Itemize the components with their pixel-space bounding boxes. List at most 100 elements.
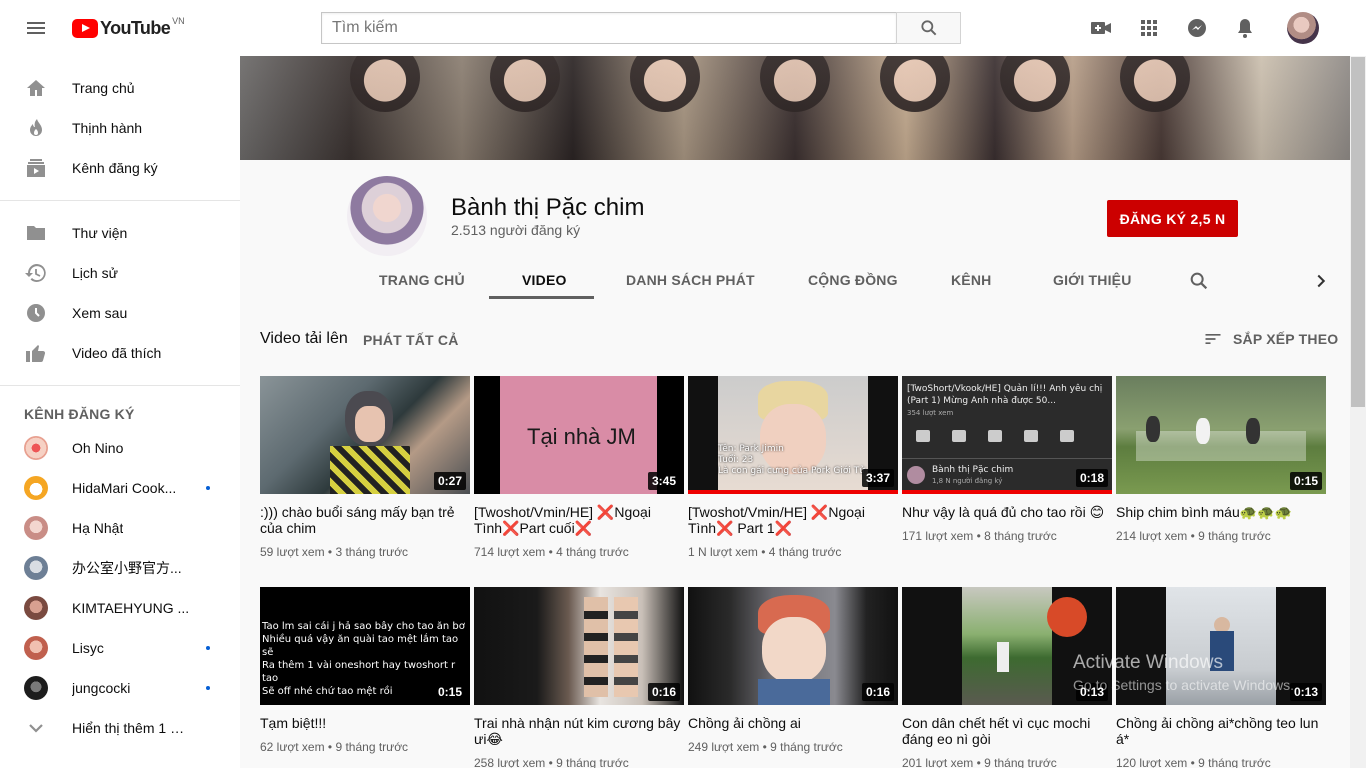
bell-icon[interactable] [1233,16,1257,40]
play-all-button[interactable]: PHÁT TẤT CẢ [363,332,459,348]
video-thumbnail[interactable]: Tại nhà JM 3:45 [474,376,684,494]
channel-name: KIMTAEHYUNG ... [72,600,190,616]
subscription-channel[interactable]: jungcocki [0,668,240,708]
thumb-figure [330,446,410,494]
video-title[interactable]: Con dân chết hết vì cục mochi đáng eo nì… [902,715,1112,747]
channel-name: Hạ Nhật [72,520,124,536]
channel-avatar [24,516,48,540]
home-icon [27,80,45,96]
messages-icon[interactable] [1185,16,1209,40]
thumb-caption-line: Là con gái cưng của Pork Giới Tử [718,466,865,476]
video-title[interactable]: Ship chim bình máu🐢🐢🐢 [1116,504,1326,520]
video-card[interactable]: Tên: Park Jimin Tuổi: 23 Là con gái cưng… [688,376,898,559]
video-meta: 1 N lượt xem • 4 tháng trước [688,545,842,559]
video-thumbnail[interactable]: 0:16 [688,587,898,705]
video-duration: 0:15 [1289,472,1322,490]
sidebar-item-home[interactable]: Trang chủ [0,68,240,108]
tab-channels[interactable]: KÊNH [951,264,991,303]
video-card[interactable]: [TwoShort/Vkook/HE] Quản lí!!! Anh yêu c… [902,376,1112,543]
sidebar-item-history[interactable]: Lịch sử [0,253,240,293]
channel-avatar [24,476,48,500]
subscriptions-heading: KÊNH ĐĂNG KÝ [24,406,135,422]
subscription-channel[interactable]: KIMTAEHYUNG ... [0,588,240,628]
subscription-channel[interactable]: Hạ Nhật [0,508,240,548]
scrollbar-thumb[interactable] [1351,57,1365,407]
sidebar-item-subscriptions[interactable]: Kênh đăng ký [0,148,240,188]
channel-avatar [24,636,48,660]
user-avatar[interactable] [1287,12,1319,44]
video-card[interactable]: 0:27 :))) chào buổi sáng mấy bạn trẻ của… [260,376,470,559]
sidebar-item-watch-later[interactable]: Xem sau [0,293,240,333]
video-card[interactable]: Tao lm sai cái j hả sao bây cho tao ăn b… [260,587,470,754]
like-icon [26,345,46,363]
search-button[interactable] [896,12,961,44]
show-more-label: Hiển thị thêm 1 m... [72,720,192,736]
sidebar-item-library[interactable]: Thư viện [0,213,240,253]
video-thumbnail[interactable]: [TwoShort/Vkook/HE] Quản lí!!! Anh yêu c… [902,376,1112,494]
new-content-dot [206,686,210,690]
video-title[interactable]: [Twoshot/Vmin/HE] ❌Ngoại Tình❌ Part 1❌ [688,504,898,536]
thumb-download-icon [1024,430,1038,442]
video-title[interactable]: :))) chào buổi sáng mấy bạn trẻ của chim [260,504,470,536]
video-duration: 0:15 [433,683,466,701]
thumb-letterbox [902,587,962,705]
video-thumbnail[interactable]: Tao lm sai cái j hả sao bây cho tao ăn b… [260,587,470,705]
apps-grid-icon[interactable] [1137,16,1161,40]
youtube-logo[interactable]: YouTube VN [72,16,185,39]
video-duration: 0:18 [1075,469,1108,487]
channel-name: Oh Nino [72,440,124,456]
search-input[interactable]: Tìm kiếm [321,12,896,44]
channel-header: Bành thị Pặc chim 2.513 người đăng ký ĐĂ… [240,160,1350,303]
sidebar-item-trending[interactable]: Thịnh hành [0,108,240,148]
thumb-table [1136,431,1306,461]
new-content-dot [206,486,210,490]
video-title[interactable]: Như vậy là quá đủ cho tao rồi 😊 [902,504,1112,520]
tab-home[interactable]: TRANG CHỦ [379,264,465,303]
tab-playlists[interactable]: DANH SÁCH PHÁT [626,264,755,303]
video-thumbnail[interactable]: 0:16 [474,587,684,705]
subscription-channel[interactable]: Oh Nino [0,428,240,468]
tab-about[interactable]: GIỚI THIỆU [1053,264,1132,303]
channel-avatar[interactable] [347,176,427,256]
video-card[interactable]: 0:16 Trai nhà nhận nút kim cương bây ưi😂… [474,587,684,768]
show-more-button[interactable]: Hiển thị thêm 1 m... [0,708,240,748]
subscriptions-icon [27,159,45,177]
video-title[interactable]: Chồng ải chồng ai*chồng teo lun á* [1116,715,1326,747]
video-thumbnail[interactable]: 0:27 [260,376,470,494]
search-placeholder: Tìm kiếm [332,19,398,36]
uploads-section: Video tải lên PHÁT TẤT CẢ SẮP XẾP THEO 0… [240,303,1350,768]
thumb-caption-line: (Part 1) Mừng Anh nhà được 50... [907,396,1056,406]
subscribe-button[interactable]: ĐĂNG KÝ 2,5 N [1107,200,1238,237]
thumb-share-icon [988,430,1002,442]
video-thumbnail[interactable]: Tên: Park Jimin Tuổi: 23 Là con gái cưng… [688,376,898,494]
video-card[interactable]: Tại nhà JM 3:45 [Twoshot/Vmin/HE] ❌Ngoại… [474,376,684,559]
video-card[interactable]: 0:16 Chồng ải chồng ai 249 lượt xem • 9 … [688,587,898,754]
video-title[interactable]: Trai nhà nhận nút kim cương bây ưi😂 [474,715,684,747]
thumb-caption-line: Tuổi: 23 [718,455,754,465]
video-card[interactable]: 0:15 Ship chim bình máu🐢🐢🐢 214 lượt xem … [1116,376,1326,543]
subscription-channel[interactable]: HidaMari Cook... [0,468,240,508]
top-bar: YouTube VN Tìm kiếm [0,0,1366,56]
video-meta: 714 lượt xem • 4 tháng trước [474,545,629,559]
subscription-channel[interactable]: Lisyc [0,628,240,668]
video-title[interactable]: Tạm biệt!!! [260,715,470,731]
video-thumbnail[interactable]: 0:15 [1116,376,1326,494]
sort-label: SẮP XẾP THEO [1233,331,1339,347]
menu-icon[interactable] [24,16,48,40]
watch-progress-bar [902,490,1112,494]
thumb-save-icon [1060,430,1074,442]
activation-watermark-subtext: Go to Settings to activate Windows. [1073,677,1294,693]
thumb-figure [1146,416,1160,442]
channel-search-icon[interactable] [1188,264,1210,303]
subscription-channel[interactable]: 办公室小野官方... [0,548,240,588]
video-title[interactable]: [Twoshot/Vmin/HE] ❌Ngoại Tình❌Part cuối❌ [474,504,684,536]
video-camera-icon[interactable] [1089,16,1113,40]
youtube-play-icon [72,18,98,38]
sort-button[interactable]: SẮP XẾP THEO [1203,329,1338,349]
section-title[interactable]: Video tải lên [260,330,348,348]
chevron-right-icon[interactable] [1310,264,1332,303]
sidebar-item-liked-videos[interactable]: Video đã thích [0,333,240,373]
thumb-figure [997,642,1009,672]
tab-community[interactable]: CỘNG ĐỒNG [808,264,898,303]
video-title[interactable]: Chồng ải chồng ai [688,715,898,731]
